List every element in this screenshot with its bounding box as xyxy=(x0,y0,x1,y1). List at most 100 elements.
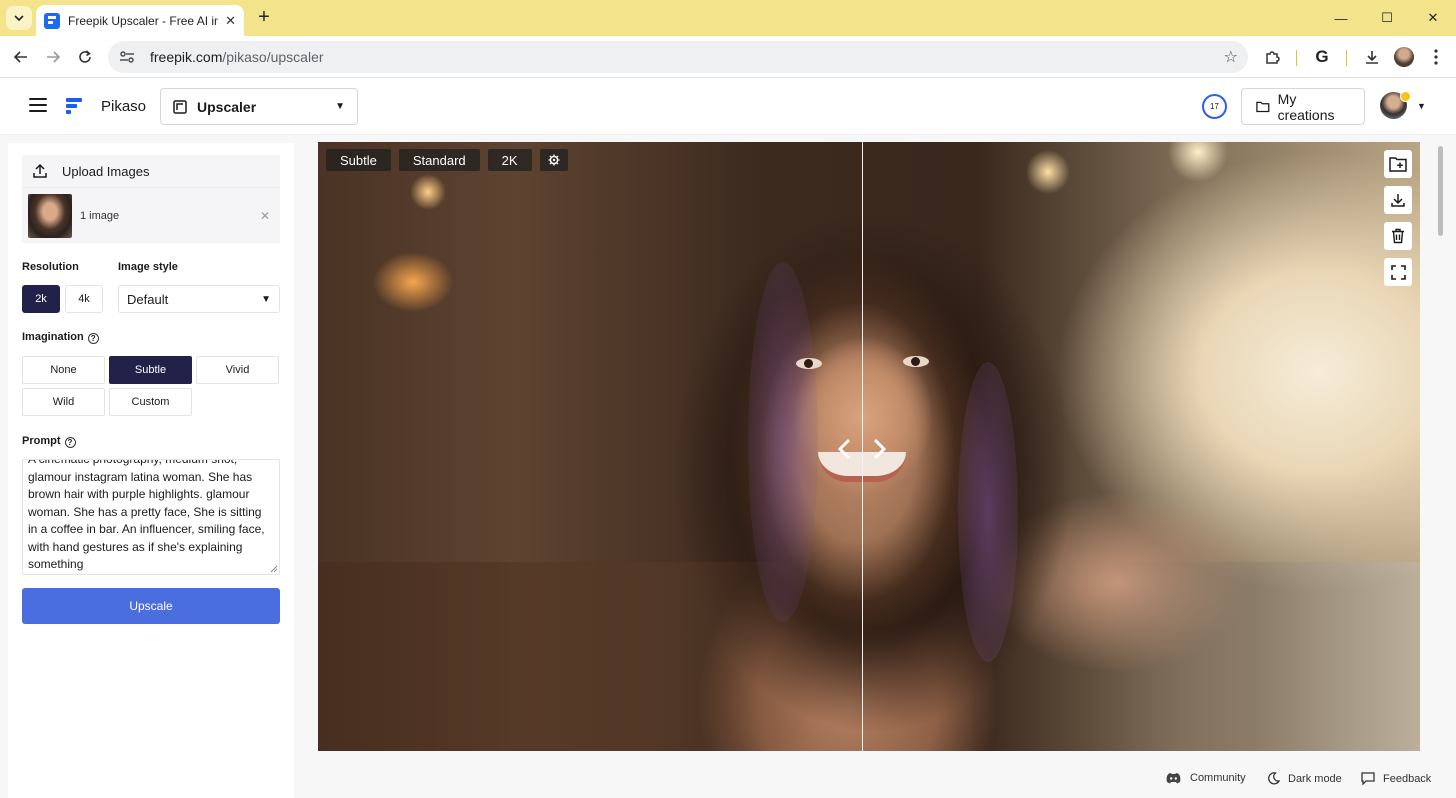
browser-toolbar: freepik.com/pikaso/upscaler ☆ G xyxy=(0,36,1456,78)
hair-highlight-right xyxy=(958,362,1018,662)
image-style-select[interactable]: Default ▼ xyxy=(118,285,280,313)
brand-name[interactable]: Pikaso xyxy=(101,98,146,115)
image-thumbnail[interactable] xyxy=(28,193,72,238)
remove-image-icon[interactable]: ✕ xyxy=(260,209,270,223)
imagination-option-vivid[interactable]: Vivid xyxy=(196,356,279,384)
image-compare-viewer[interactable]: Subtle Standard 2K xyxy=(318,142,1420,751)
kebab-menu-icon xyxy=(1434,49,1438,65)
folder-plus-icon xyxy=(1389,157,1407,172)
my-creations-button[interactable]: My creations xyxy=(1241,88,1365,125)
bookmark-star-icon[interactable]: ☆ xyxy=(1224,47,1238,67)
upload-images-label: Upload Images xyxy=(62,163,150,179)
prompt-section-label: Prompt? xyxy=(22,435,76,448)
image-style-label: Image style xyxy=(118,261,178,273)
chevron-down-icon xyxy=(14,15,24,21)
imagination-option-none[interactable]: None xyxy=(22,356,105,384)
delete-button[interactable] xyxy=(1384,222,1412,250)
tool-selector-label: Upscaler xyxy=(197,98,257,115)
download-icon xyxy=(1366,51,1378,64)
url-host: freepik.com xyxy=(150,49,223,65)
puzzle-icon xyxy=(1266,51,1280,64)
imagination-option-custom[interactable]: Custom xyxy=(109,388,192,416)
app-header: Pikaso Upscaler ▼ 17 My creations ▼ xyxy=(0,78,1456,135)
imagination-label: Imagination xyxy=(22,331,84,343)
reload-button[interactable] xyxy=(73,45,97,69)
arrow-left-icon xyxy=(13,51,27,63)
feedback-link[interactable]: Feedback xyxy=(1361,772,1431,785)
fullscreen-button[interactable] xyxy=(1384,258,1412,286)
fullscreen-icon xyxy=(1390,264,1406,280)
folder-icon xyxy=(1256,101,1270,113)
google-extension-button[interactable]: G xyxy=(1310,45,1334,69)
window-controls: — ☐ ✕ xyxy=(1318,0,1456,36)
extensions-button[interactable] xyxy=(1260,45,1284,69)
upload-images-button[interactable]: Upload Images xyxy=(22,155,280,187)
profile-avatar xyxy=(1394,47,1414,67)
tab-close-icon[interactable]: ✕ xyxy=(225,13,236,29)
resolution-option-4k[interactable]: 4k xyxy=(65,285,103,313)
settings-sidebar: Upload Images 1 image ✕ Resolution Image… xyxy=(8,143,294,798)
google-g-icon: G xyxy=(1315,47,1329,66)
browser-tab[interactable]: Freepik Upscaler - Free AI image upscale… xyxy=(36,5,244,36)
profile-button[interactable] xyxy=(1392,45,1416,69)
resolution-option-2k[interactable]: 2k xyxy=(22,285,60,313)
dark-mode-label: Dark mode xyxy=(1288,772,1342,785)
save-to-folder-button[interactable] xyxy=(1384,150,1412,178)
settings-chips: Subtle Standard 2K xyxy=(326,149,568,171)
address-bar[interactable]: freepik.com/pikaso/upscaler ☆ xyxy=(108,41,1248,73)
chip-imagination: Subtle xyxy=(326,149,391,171)
upload-icon xyxy=(33,163,47,178)
browser-tab-bar: Freepik Upscaler - Free AI image upscale… xyxy=(0,0,1456,36)
prompt-text: A cinematic photography, medium shot, gl… xyxy=(28,459,265,571)
chip-settings[interactable] xyxy=(539,149,568,171)
freepik-favicon-icon xyxy=(44,12,60,29)
downloads-button[interactable] xyxy=(1360,45,1384,69)
download-icon xyxy=(1391,194,1405,207)
dark-mode-toggle[interactable]: Dark mode xyxy=(1267,772,1342,785)
community-link[interactable]: Community xyxy=(1165,772,1246,784)
forward-button[interactable] xyxy=(41,45,65,69)
trash-icon xyxy=(1392,228,1404,244)
discord-icon xyxy=(1166,773,1181,784)
chip-resolution: 2K xyxy=(487,149,532,171)
chevron-left-icon xyxy=(837,438,851,460)
resolution-label: Resolution xyxy=(22,261,79,273)
freepik-logo-icon[interactable] xyxy=(66,98,82,115)
prompt-label: Prompt xyxy=(22,435,61,447)
uploaded-image-item[interactable]: 1 image ✕ xyxy=(22,187,280,243)
imagination-option-wild[interactable]: Wild xyxy=(22,388,105,416)
resize-grip-icon[interactable] xyxy=(266,561,278,573)
help-icon[interactable]: ? xyxy=(64,437,76,448)
upscale-button[interactable]: Upscale xyxy=(22,588,280,624)
site-info-icon[interactable] xyxy=(118,48,136,66)
arrow-right-icon xyxy=(47,51,61,63)
tab-search-button[interactable] xyxy=(6,6,32,30)
chat-bubble-icon xyxy=(1361,772,1375,785)
toolbar-divider xyxy=(1296,50,1297,66)
image-count: 1 image xyxy=(80,209,120,222)
browser-menu-button[interactable] xyxy=(1424,45,1448,69)
hamburger-menu-icon[interactable] xyxy=(29,98,47,112)
photo-eye-right xyxy=(903,356,929,367)
compare-slider-handle[interactable] xyxy=(837,436,887,462)
close-window-button[interactable]: ✕ xyxy=(1410,0,1456,36)
imagination-section-label: Imagination? xyxy=(22,331,99,344)
minimize-button[interactable]: — xyxy=(1318,0,1364,36)
download-button[interactable] xyxy=(1384,186,1412,214)
back-button[interactable] xyxy=(9,45,33,69)
imagination-option-subtle[interactable]: Subtle xyxy=(109,356,192,384)
url-path: /pikaso/upscaler xyxy=(222,49,324,65)
new-tab-button[interactable]: + xyxy=(252,6,276,30)
prompt-textarea[interactable]: A cinematic photography, medium shot, gl… xyxy=(22,459,280,575)
maximize-button[interactable]: ☐ xyxy=(1364,0,1410,36)
help-icon[interactable]: ? xyxy=(87,333,99,344)
viewer-toolbar xyxy=(1384,150,1412,286)
url-text: freepik.com/pikaso/upscaler xyxy=(150,49,324,65)
credits-counter[interactable]: 17 xyxy=(1202,94,1227,119)
tool-selector[interactable]: Upscaler ▼ xyxy=(160,88,358,125)
premium-crown-icon xyxy=(1400,91,1411,102)
caret-down-icon[interactable]: ▼ xyxy=(1417,101,1426,111)
page-scrollbar[interactable] xyxy=(1438,146,1443,236)
caret-down-icon: ▼ xyxy=(261,293,271,305)
chevron-right-icon xyxy=(873,438,887,460)
